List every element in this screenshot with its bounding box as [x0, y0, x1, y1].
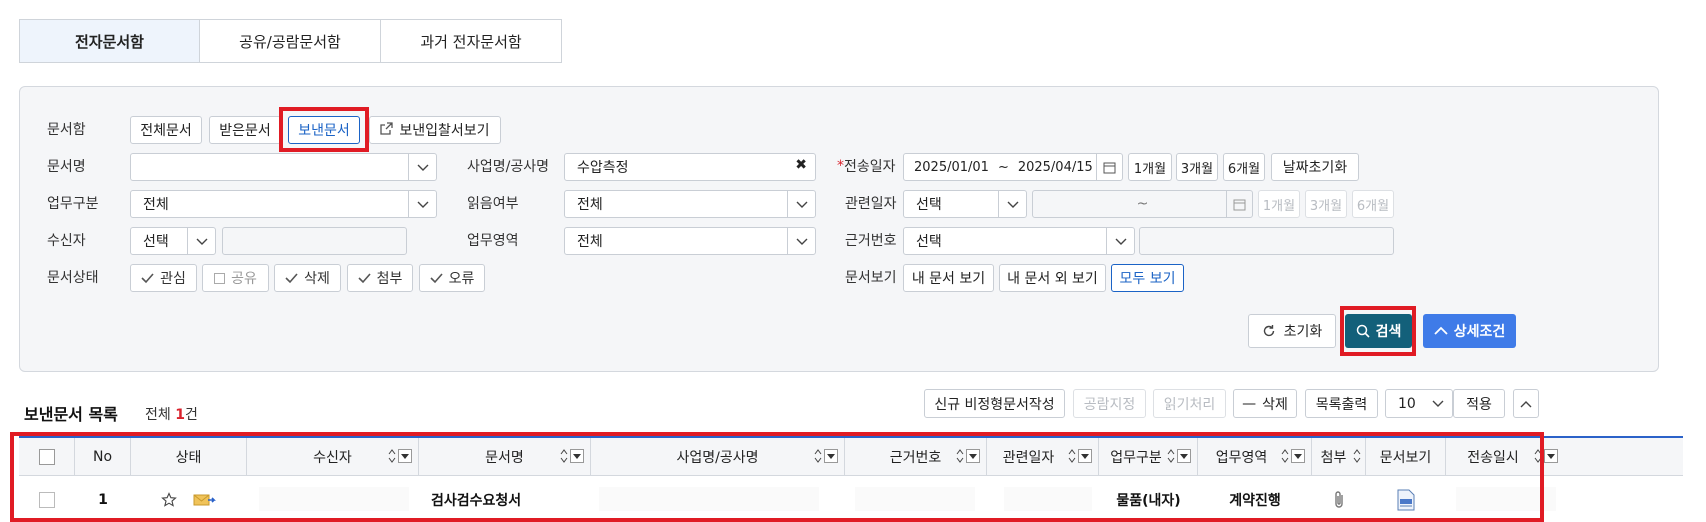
tab-past-docs[interactable]: 과거 전자문서함 [380, 19, 562, 63]
tab-shared-docs[interactable]: 공유/공람문서함 [199, 19, 381, 63]
doc-name-select[interactable] [130, 153, 437, 181]
received-docs-button[interactable]: 받은문서 [209, 116, 281, 144]
work-area-label: 업무영역 [467, 233, 519, 249]
doc-box-label: 문서함 [47, 122, 86, 138]
bid-view-button[interactable]: 보낸입찰서보기 [369, 116, 501, 144]
my-docs-button[interactable]: 내 문서 보기 [903, 264, 994, 292]
reset-date-button[interactable]: 날짜초기화 [1271, 153, 1359, 181]
related-period-1m-button: 1개월 [1258, 190, 1300, 218]
work-area-value: 전체 [577, 234, 603, 250]
status-check-error[interactable]: 오류 [419, 264, 485, 292]
detail-button[interactable]: 상세조건 [1423, 314, 1516, 348]
doc-name-label: 문서명 [47, 159, 86, 175]
bid-view-label: 보낸입찰서보기 [399, 123, 490, 139]
check-icon [430, 272, 443, 283]
send-date-label: * 전송일자 [837, 158, 896, 175]
period-6m-button[interactable]: 6개월 [1223, 153, 1265, 181]
receiver-value: 선택 [143, 234, 169, 250]
related-period-6m-button: 6개월 [1352, 190, 1394, 218]
chevron-up-icon [1434, 326, 1448, 335]
delete-button[interactable]: — 삭제 [1233, 389, 1297, 418]
chevron-down-icon [408, 154, 436, 180]
related-date-value: 선택 [916, 197, 942, 213]
business-value: 수압측정 [577, 160, 629, 176]
read-process-button[interactable]: 읽기처리 [1153, 389, 1226, 418]
all-view-button[interactable]: 모두 보기 [1111, 264, 1184, 292]
date-to: 2025/04/15 [1017, 159, 1093, 175]
status-check-share[interactable]: 공유 [202, 264, 269, 292]
reset-button[interactable]: 초기화 [1248, 314, 1336, 348]
share-assign-button[interactable]: 공람지정 [1073, 389, 1146, 418]
view-label: 문서보기 [845, 270, 897, 286]
related-date-label: 관련일자 [845, 196, 897, 212]
period-3m-button[interactable]: 3개월 [1176, 153, 1218, 181]
clear-icon[interactable]: ✖ [795, 157, 807, 173]
work-type-select[interactable]: 전체 [130, 190, 437, 218]
status-check-delete[interactable]: 삭제 [274, 264, 341, 292]
status-check-interest[interactable]: 관심 [130, 264, 197, 292]
chevron-down-icon [787, 228, 815, 254]
send-date-range[interactable]: 2025/01/01 ~ 2025/04/15 [903, 153, 1123, 181]
all-docs-button[interactable]: 전체문서 [130, 116, 202, 144]
chevron-down-icon [787, 191, 815, 217]
new-doc-button[interactable]: 신규 비정형문서작성 [924, 389, 1065, 418]
list-count: 전체 1건 [145, 407, 198, 423]
others-docs-button[interactable]: 내 문서 외 보기 [999, 264, 1106, 292]
chevron-down-icon [1424, 390, 1452, 416]
minus-icon: — [1242, 395, 1257, 412]
highlight-search [1340, 306, 1416, 356]
related-date-select[interactable]: 선택 [903, 190, 1027, 218]
check-icon [141, 272, 154, 283]
basis-select[interactable]: 선택 [903, 227, 1135, 255]
work-area-select[interactable]: 전체 [564, 227, 816, 255]
print-list-button[interactable]: 목록출력 [1305, 389, 1378, 418]
status-check-attach[interactable]: 첨부 [347, 264, 413, 292]
work-type-value: 전체 [143, 197, 169, 213]
read-value: 전체 [577, 197, 603, 213]
chevron-down-icon [998, 191, 1026, 217]
calendar-icon[interactable] [1096, 154, 1122, 180]
checkbox-empty-icon [214, 272, 226, 284]
receiver-label: 수신자 [47, 233, 86, 249]
tab-electronic-docs[interactable]: 전자문서함 [19, 19, 200, 63]
chevron-down-icon [1106, 228, 1134, 254]
related-date-separator: ~ [1136, 196, 1149, 212]
related-date-range: ~ [1032, 190, 1253, 218]
calendar-icon [1226, 191, 1252, 217]
page-size-select[interactable]: 10 [1385, 389, 1453, 418]
chevron-down-icon [408, 191, 436, 217]
collapse-button[interactable] [1513, 389, 1539, 418]
basis-label: 근거번호 [845, 233, 897, 249]
receiver-input [222, 227, 407, 255]
date-separator: ~ [997, 159, 1009, 175]
list-title: 보낸문서 목록 [24, 405, 118, 424]
chevron-up-icon [1520, 400, 1532, 407]
date-from: 2025/01/01 [914, 159, 989, 175]
receiver-select[interactable]: 선택 [130, 227, 216, 255]
basis-value: 선택 [916, 234, 942, 250]
check-icon [285, 272, 298, 283]
highlight-row [10, 432, 1544, 522]
refresh-icon [1263, 325, 1274, 337]
basis-input [1139, 227, 1394, 255]
read-label: 읽음여부 [467, 196, 519, 212]
status-label: 문서상태 [47, 270, 99, 286]
chevron-down-icon [187, 228, 215, 254]
business-label: 사업명/공사명 [467, 159, 549, 175]
related-period-3m-button: 3개월 [1305, 190, 1347, 218]
check-icon [358, 272, 371, 283]
business-input[interactable]: 수압측정 ✖ [564, 153, 816, 181]
highlight-sent-docs [279, 107, 369, 152]
period-1m-button[interactable]: 1개월 [1128, 153, 1172, 181]
read-select[interactable]: 전체 [564, 190, 816, 218]
external-link-icon [380, 121, 394, 139]
work-type-label: 업무구분 [47, 196, 99, 212]
page-size-value: 10 [1398, 395, 1416, 412]
apply-button[interactable]: 적용 [1453, 389, 1505, 418]
